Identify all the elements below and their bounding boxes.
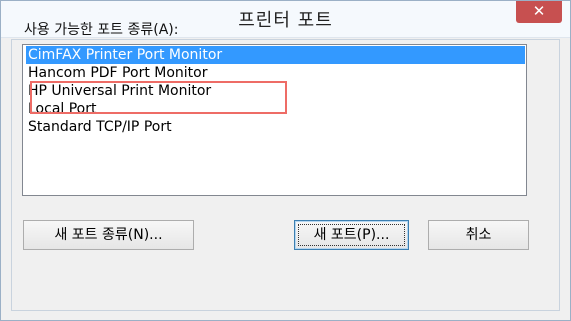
port-list-item-standard-tcpip[interactable]: Standard TCP/IP Port — [26, 118, 525, 136]
port-list-item-hancom-pdf[interactable]: Hancom PDF Port Monitor — [26, 64, 525, 82]
printer-ports-dialog: 프린터 포트 ✕ 사용 가능한 포트 종류(A): CimFAX Printer… — [0, 0, 571, 321]
available-ports-label: 사용 가능한 포트 종류(A): — [24, 22, 179, 38]
port-type-listbox[interactable]: CimFAX Printer Port Monitor Hancom PDF P… — [22, 44, 527, 196]
port-list-item-local-port[interactable]: Local Port — [26, 100, 525, 118]
port-list-item-hp-universal[interactable]: HP Universal Print Monitor — [26, 82, 525, 100]
new-port-button[interactable]: 새 포트(P)... — [294, 220, 409, 250]
close-button[interactable]: ✕ — [516, 1, 562, 23]
close-icon: ✕ — [532, 2, 546, 20]
focus-ring — [298, 224, 405, 246]
cancel-button[interactable]: 취소 — [428, 220, 529, 250]
port-list-item-cimfax[interactable]: CimFAX Printer Port Monitor — [26, 46, 525, 64]
new-port-type-button[interactable]: 새 포트 종류(N)... — [23, 220, 194, 250]
